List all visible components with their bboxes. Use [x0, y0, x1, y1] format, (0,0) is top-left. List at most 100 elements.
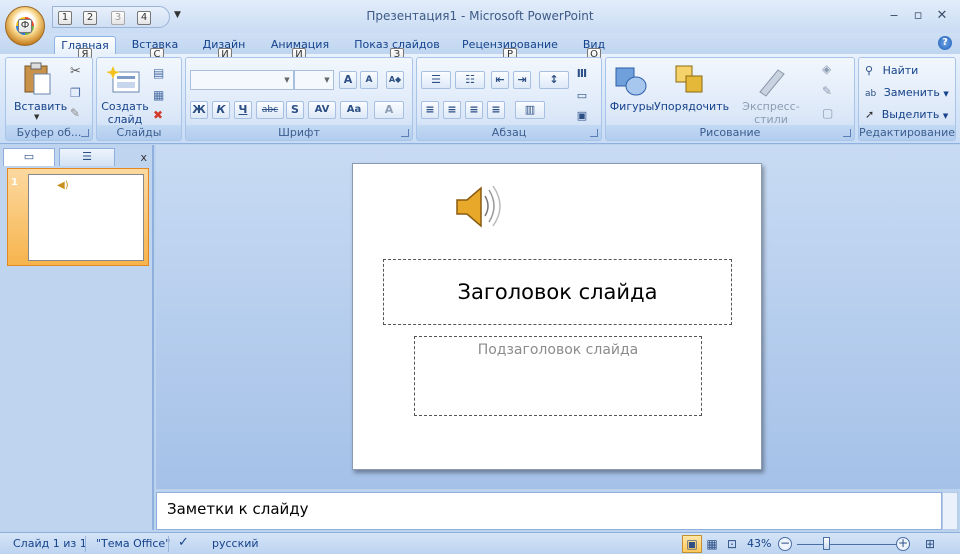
- new-slide-icon: [107, 66, 140, 93]
- format-painter-icon[interactable]: ✎: [70, 106, 80, 120]
- paste-label: Вставить: [14, 100, 68, 113]
- new-slide-label-1: Создать: [101, 100, 149, 113]
- font-size-combobox[interactable]: ▼: [294, 70, 334, 90]
- close-button[interactable]: ✕: [932, 8, 952, 24]
- zoom-in-button[interactable]: +: [896, 537, 910, 551]
- align-center-button[interactable]: ≡: [443, 101, 461, 119]
- delete-slide-icon[interactable]: ✖: [153, 108, 163, 122]
- decrease-indent-button[interactable]: ⇤: [491, 71, 509, 89]
- group-drawing: Фигуры Упорядочить Экспресс-стили ◈ ✎ ▢ …: [605, 57, 855, 141]
- smartart-icon[interactable]: ▣: [571, 108, 593, 126]
- normal-view-button[interactable]: ▣: [682, 535, 702, 553]
- zoom-slider[interactable]: [797, 544, 897, 545]
- shrink-font-button[interactable]: A: [360, 71, 378, 89]
- tab-slides-thumbnails[interactable]: ▭: [3, 148, 55, 166]
- line-spacing-button[interactable]: ↕: [539, 71, 569, 89]
- clear-format-button[interactable]: A◆: [386, 71, 404, 89]
- chevron-down-icon: ▼: [284, 76, 290, 84]
- notes-pane[interactable]: Заметки к слайду: [156, 492, 942, 530]
- chevron-down-icon: ▼: [324, 76, 330, 84]
- effects-icon[interactable]: ▢: [822, 106, 833, 120]
- drawing-launcher-icon[interactable]: [843, 129, 851, 137]
- ribbon-tabs: Главная Вставка Дизайн Анимация Показ сл…: [0, 33, 960, 54]
- char-spacing-button[interactable]: AV: [308, 101, 336, 119]
- new-slide-button[interactable]: Создать слайд: [99, 60, 149, 126]
- notes-scrollbar[interactable]: [942, 492, 958, 530]
- strikethrough-button[interactable]: abc: [256, 101, 284, 119]
- chevron-down-icon: ▼: [942, 112, 949, 120]
- quick-styles-label: Экспресс-стили: [742, 100, 800, 126]
- spellcheck-icon[interactable]: ✓: [178, 535, 189, 550]
- align-text-icon[interactable]: ▭: [571, 88, 593, 106]
- font-color-button[interactable]: A: [374, 101, 404, 119]
- group-label-drawing: Рисование: [606, 125, 854, 140]
- layout-icon[interactable]: ▤: [153, 66, 164, 80]
- theme-name[interactable]: "Тема Office": [96, 537, 170, 550]
- shadow-button[interactable]: S: [286, 101, 304, 119]
- title-bar: 1 2 3 4 ▼ Презентация1 - Microsoft Power…: [0, 0, 960, 33]
- arrange-button[interactable]: Упорядочить: [654, 60, 729, 122]
- language[interactable]: русский: [212, 537, 259, 550]
- zoom-out-button[interactable]: −: [778, 537, 792, 551]
- select-button[interactable]: ➚ Выделить ▼: [865, 108, 951, 126]
- title-placeholder[interactable]: Заголовок слайда: [383, 259, 732, 325]
- cut-icon[interactable]: ✂: [70, 64, 81, 79]
- cursor-icon: ➚: [865, 108, 875, 121]
- justify-button[interactable]: ≡: [487, 101, 505, 119]
- text-direction-icon[interactable]: Ⅲ: [571, 66, 593, 84]
- maximize-button[interactable]: ▫: [908, 8, 928, 24]
- outline-tab-icon: ☰: [82, 150, 92, 163]
- change-case-button[interactable]: Aa: [340, 101, 368, 119]
- replace-button[interactable]: ab Заменить ▼: [865, 86, 951, 104]
- grow-font-button[interactable]: A: [339, 71, 357, 89]
- underline-button[interactable]: Ч: [234, 101, 252, 119]
- minimize-button[interactable]: ‒: [884, 8, 904, 24]
- zoom-slider-thumb[interactable]: [823, 537, 830, 550]
- italic-button[interactable]: К: [212, 101, 230, 119]
- group-paragraph: ☰ ☷ ⇤ ⇥ ↕ Ⅲ ≡ ≡ ≡ ≡ ▥ ▭ ▣ Абзац: [416, 57, 602, 141]
- paragraph-launcher-icon[interactable]: [590, 129, 598, 137]
- find-button[interactable]: ⚲ Найти: [865, 64, 951, 82]
- bold-button[interactable]: Ж: [190, 101, 208, 119]
- zoom-level[interactable]: 43%: [747, 537, 771, 550]
- chevron-down-icon: ▼: [943, 90, 949, 98]
- title-text: Заголовок слайда: [457, 280, 658, 304]
- subtitle-text: Подзаголовок слайда: [477, 342, 639, 358]
- pane-tabs: ▭ ☰ x: [3, 148, 151, 166]
- font-launcher-icon[interactable]: [401, 129, 409, 137]
- paste-icon: [24, 62, 51, 95]
- align-right-button[interactable]: ≡: [465, 101, 483, 119]
- group-label-font: Шрифт: [186, 125, 412, 140]
- close-pane-icon[interactable]: x: [140, 151, 147, 164]
- office-button[interactable]: Ф: [5, 6, 45, 46]
- status-bar: Слайд 1 из 1 "Тема Office" ✓ русский ▣ ▦…: [0, 532, 960, 554]
- slides-tab-icon: ▭: [23, 150, 35, 163]
- align-left-button[interactable]: ≡: [421, 101, 439, 119]
- increase-indent-button[interactable]: ⇥: [513, 71, 531, 89]
- reset-icon[interactable]: ▦: [153, 88, 164, 102]
- slide-sorter-button[interactable]: ▦: [702, 535, 722, 553]
- slide-thumbnail[interactable]: ◀): [28, 174, 144, 261]
- columns-button[interactable]: ▥: [515, 101, 545, 119]
- group-label-slides: Слайды: [97, 125, 181, 140]
- outline-icon[interactable]: ✎: [822, 84, 832, 98]
- subtitle-placeholder[interactable]: Подзаголовок слайда: [414, 336, 702, 416]
- group-slides: Создать слайд ▤ ▦ ✖ Слайды: [96, 57, 182, 141]
- speaker-icon[interactable]: [453, 184, 503, 230]
- ribbon: Я С И И З Р О Вставить ▼ ✂ ❐ ✎ Буфер об.…: [0, 48, 960, 144]
- help-icon[interactable]: ?: [938, 36, 952, 50]
- fill-icon[interactable]: ◈: [822, 62, 831, 76]
- copy-icon[interactable]: ❐: [70, 86, 81, 100]
- shapes-icon: [615, 67, 647, 96]
- numbering-button[interactable]: ☷: [455, 71, 485, 89]
- replace-icon: ab: [865, 89, 877, 99]
- bullets-button[interactable]: ☰: [421, 71, 451, 89]
- clipboard-launcher-icon[interactable]: [81, 129, 89, 137]
- fit-to-window-button[interactable]: ⊞: [920, 535, 940, 553]
- slideshow-view-button[interactable]: ⊡: [722, 535, 742, 553]
- paste-button[interactable]: Вставить ▼: [8, 60, 68, 122]
- tab-outline[interactable]: ☰: [59, 148, 115, 166]
- quick-styles-button[interactable]: Экспресс-стили: [728, 60, 814, 126]
- font-name-combobox[interactable]: ▼: [190, 70, 294, 90]
- shapes-button[interactable]: Фигуры: [608, 60, 654, 122]
